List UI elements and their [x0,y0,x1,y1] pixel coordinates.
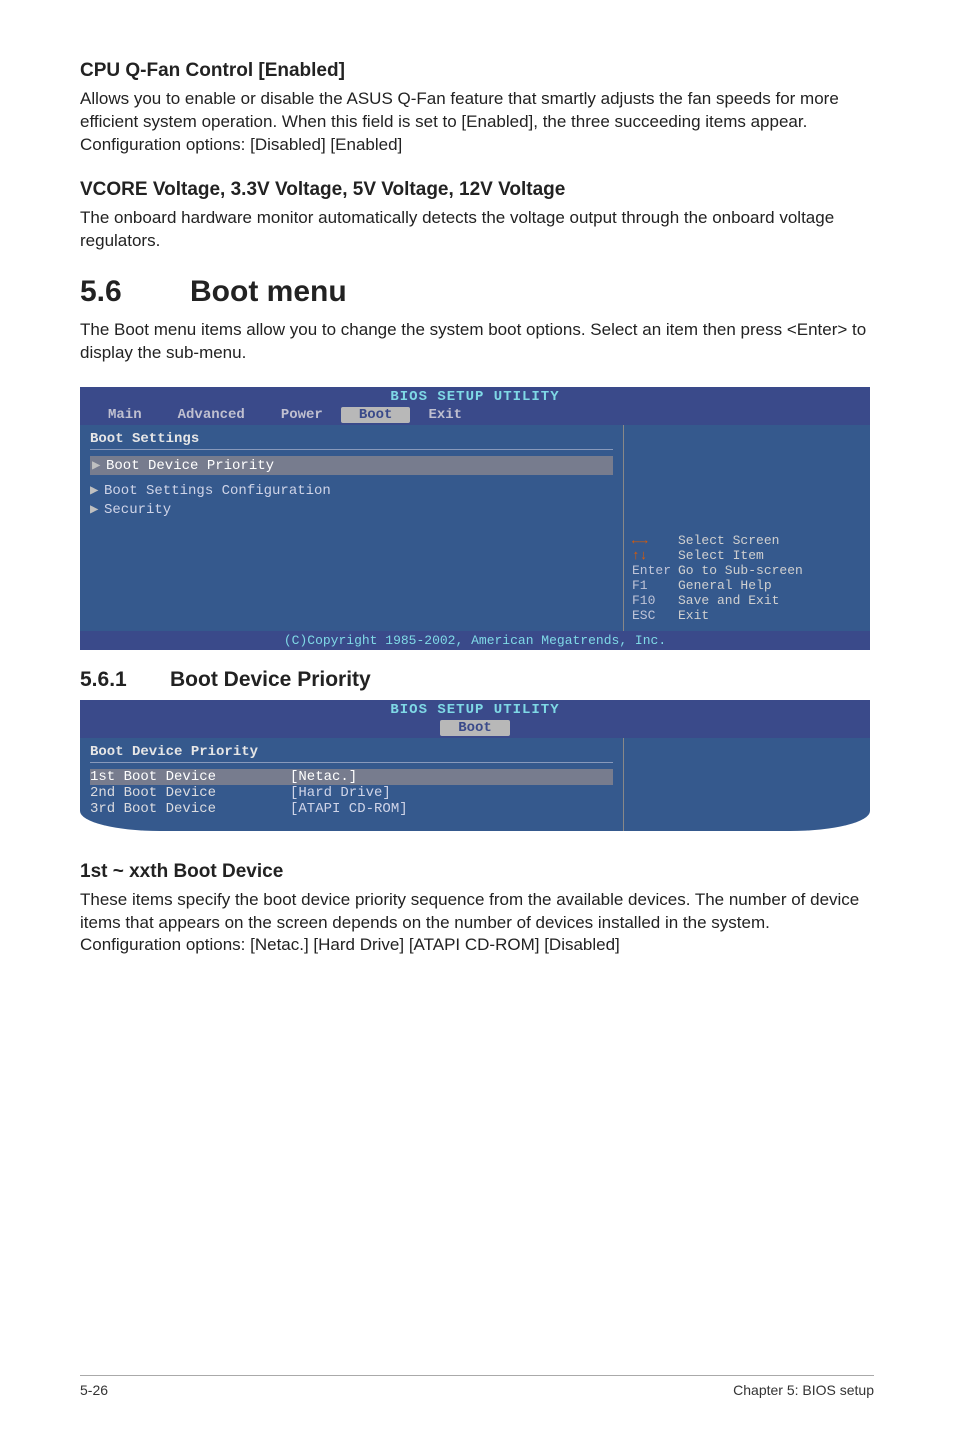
bios-tab-boot[interactable]: Boot [440,720,510,736]
bios-copyright: (C)Copyright 1985-2002, American Megatre… [80,631,870,650]
bios-left-panel: Boot Device Priority 1st Boot Device [Ne… [80,738,624,831]
boot-menu-title: 5.6Boot menu [80,275,874,309]
bios-tab-bar: Boot [80,720,870,738]
first-boot-device-heading: 1st ~ xxth Boot Device [80,861,874,883]
bios-panel-title: Boot Settings [90,431,613,450]
bios-right-panel: ←→Select Screen ↑↓Select Item EnterGo to… [624,425,870,631]
section-text: Boot menu [190,275,347,308]
row-value: [Netac.] [290,769,357,785]
subsection-text: Boot Device Priority [170,668,371,691]
arrow-lr-icon: ←→ [632,533,678,548]
page-footer: 5-26 Chapter 5: BIOS setup [80,1375,874,1398]
triangle-right-icon: ▶ [90,482,104,499]
bios-title: BIOS SETUP UTILITY [80,387,870,407]
subsection-number: 5.6.1 [80,668,170,692]
bios-item-boot-settings-config[interactable]: ▶Boot Settings Configuration [90,481,613,500]
help-text: Save and Exit [678,593,779,608]
help-text: Select Item [678,548,764,563]
bios-tab-exit[interactable]: Exit [410,407,480,423]
bios-right-panel [624,738,870,831]
bios-tab-bar: Main Advanced Power Boot Exit [80,407,870,425]
bios-item-label: Boot Settings Configuration [104,483,331,499]
row-label: 3rd Boot Device [90,801,290,817]
bios-boot-priority-screenshot: BIOS SETUP UTILITY Boot Boot Device Prio… [80,700,870,831]
triangle-right-icon: ▶ [92,457,106,474]
enter-key: Enter [632,563,678,578]
boot-device-priority-heading: 5.6.1Boot Device Priority [80,668,874,692]
bios-left-panel: Boot Settings ▶Boot Device Priority ▶Boo… [80,425,624,631]
bios-item-security[interactable]: ▶Security [90,500,613,519]
boot-menu-intro: The Boot menu items allow you to change … [80,319,874,365]
bios-row-2nd-boot[interactable]: 2nd Boot Device [Hard Drive] [90,785,613,801]
section-number: 5.6 [80,275,190,309]
row-label: 2nd Boot Device [90,785,290,801]
vcore-heading: VCORE Voltage, 3.3V Voltage, 5V Voltage,… [80,179,874,201]
bios-tab-power[interactable]: Power [263,407,341,423]
bios-item-label: Security [104,502,171,518]
row-label: 1st Boot Device [90,769,290,785]
help-text: General Help [678,578,772,593]
bios-panel-title: Boot Device Priority [90,744,613,763]
bios-help-keys: ←→Select Screen ↑↓Select Item EnterGo to… [632,533,862,623]
bios-row-3rd-boot[interactable]: 3rd Boot Device [ATAPI CD-ROM] [90,801,613,817]
page-number: 5-26 [80,1382,108,1398]
bios-tab-advanced[interactable]: Advanced [160,407,263,423]
cpu-qfan-text: Allows you to enable or disable the ASUS… [80,88,874,157]
help-text: Go to Sub-screen [678,563,803,578]
row-value: [ATAPI CD-ROM] [290,801,408,817]
row-value: [Hard Drive] [290,785,391,801]
bios-item-label: Boot Device Priority [106,458,274,474]
triangle-right-icon: ▶ [90,501,104,518]
f1-key: F1 [632,578,678,593]
bios-tab-main[interactable]: Main [90,407,160,423]
bios-row-1st-boot[interactable]: 1st Boot Device [Netac.] [90,769,613,785]
bios-title: BIOS SETUP UTILITY [80,700,870,720]
cpu-qfan-heading: CPU Q-Fan Control [Enabled] [80,60,874,82]
help-text: Exit [678,608,709,623]
first-boot-device-text: These items specify the boot device prio… [80,889,874,958]
f10-key: F10 [632,593,678,608]
vcore-text: The onboard hardware monitor automatical… [80,207,874,253]
esc-key: ESC [632,608,678,623]
bios-setup-screenshot: BIOS SETUP UTILITY Main Advanced Power B… [80,387,870,650]
chapter-label: Chapter 5: BIOS setup [733,1382,874,1398]
arrow-ud-icon: ↑↓ [632,548,678,563]
bios-tab-boot[interactable]: Boot [341,407,411,423]
help-text: Select Screen [678,533,779,548]
bios-item-boot-device-priority[interactable]: ▶Boot Device Priority [90,456,613,475]
